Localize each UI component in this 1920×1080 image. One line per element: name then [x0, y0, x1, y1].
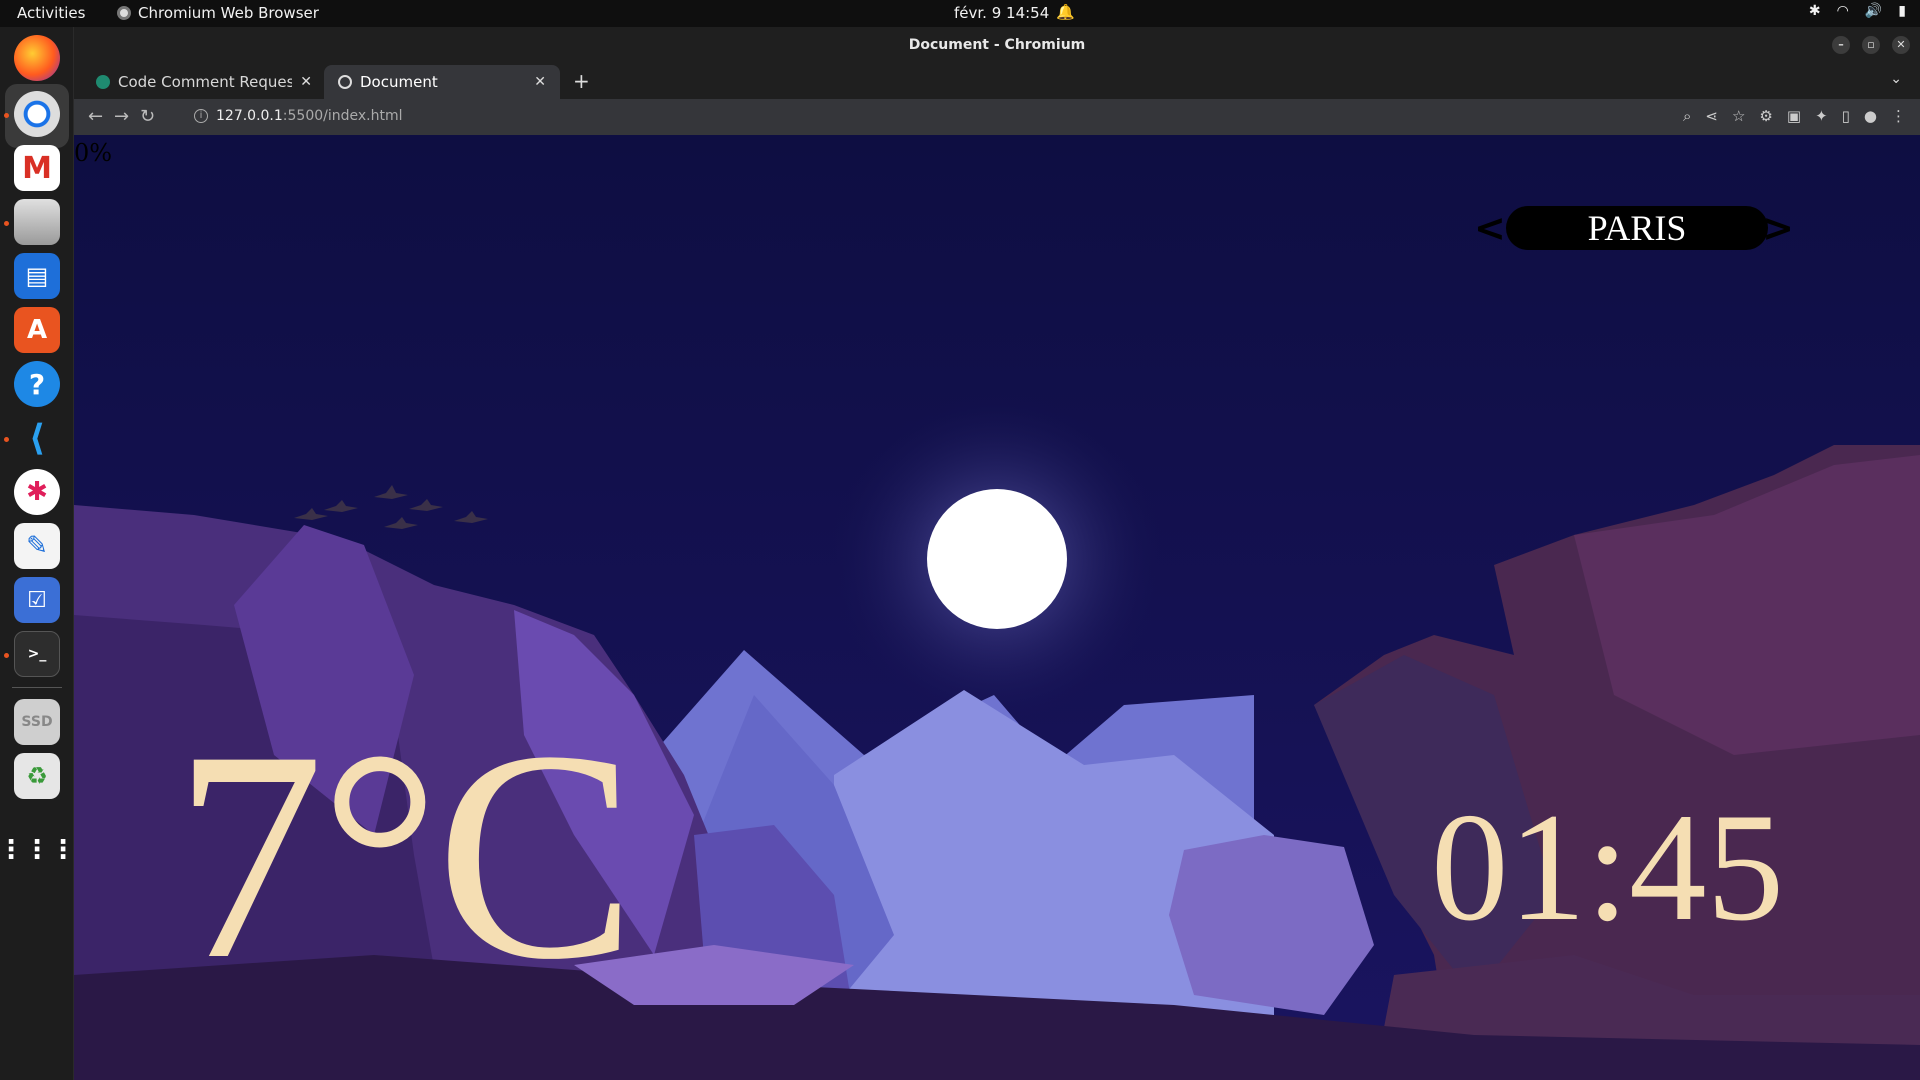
extensions-puzzle-icon[interactable]: ✦: [1815, 107, 1828, 125]
chromium-small-icon: [117, 6, 131, 20]
address-bar[interactable]: i 127.0.0.1:5500/index.html: [186, 103, 1666, 131]
zoom-icon[interactable]: ⌕: [1683, 107, 1691, 125]
translate-icon[interactable]: ▣: [1787, 107, 1801, 125]
time-display: 01:45: [1431, 781, 1785, 953]
show-apps-icon[interactable]: ⋮⋮⋮: [0, 827, 76, 873]
todo-icon[interactable]: ☑: [14, 577, 60, 623]
slack-icon[interactable]: ✱: [14, 469, 60, 515]
tab-strip: Code Comment Requeste ✕ Document ✕: [74, 63, 1920, 99]
new-tab-button[interactable]: +: [573, 69, 590, 93]
trash-icon[interactable]: ♻: [14, 753, 60, 799]
profile-avatar-icon[interactable]: ●: [1864, 107, 1877, 125]
tab-code-comment[interactable]: Code Comment Requeste ✕: [82, 65, 326, 99]
browser-toolbar: ← → ↻ i 127.0.0.1:5500/index.html ⌕ ⋖ ☆ …: [74, 99, 1920, 135]
page-viewport: 0% < PARIS > 7°C 01:45: [74, 135, 1920, 1080]
temperature-display: 7°C: [174, 689, 636, 1021]
browser-window: Document - Chromium – ▫ ✕ Code Comment R…: [74, 27, 1920, 1080]
ssd-drive-icon[interactable]: SSD: [14, 699, 60, 745]
window-title: Document - Chromium: [908, 37, 1086, 53]
activities-button[interactable]: Activities: [17, 4, 85, 22]
url-host: 127.0.0.1: [216, 108, 283, 124]
vscode-icon[interactable]: ⟨: [14, 415, 60, 461]
battery-icon[interactable]: ▮: [1898, 3, 1906, 19]
mail-icon[interactable]: M: [14, 145, 60, 191]
slack-tray-icon[interactable]: ✱: [1809, 3, 1821, 19]
chromium-icon[interactable]: [14, 91, 60, 137]
volume-icon[interactable]: 🔊: [1865, 3, 1882, 19]
app-center-icon[interactable]: A: [14, 307, 60, 353]
writer-icon[interactable]: ▤: [14, 253, 60, 299]
tab-label: Document: [360, 73, 438, 91]
files-icon[interactable]: [14, 199, 60, 245]
toolbar-icons: ⌕ ⋖ ☆ ⚙ ▣ ✦ ▯ ● ⋮: [1683, 107, 1906, 125]
tab-label: Code Comment Requeste: [118, 73, 293, 91]
running-indicator: [4, 437, 9, 442]
globe-icon: [338, 75, 352, 89]
reload-icon[interactable]: ↻: [140, 106, 155, 127]
ssd-label: SSD: [21, 714, 53, 730]
site-info-icon[interactable]: i: [194, 109, 208, 123]
system-tray[interactable]: ✱ ◠ 🔊 ▮: [1809, 3, 1906, 19]
running-indicator: [4, 653, 9, 658]
maximize-button[interactable]: ▫: [1862, 36, 1880, 54]
more-menu-icon[interactable]: ⋮: [1891, 107, 1906, 125]
side-panel-icon[interactable]: ▯: [1842, 107, 1850, 125]
chatgpt-favicon-icon: [96, 75, 110, 89]
close-icon[interactable]: ✕: [300, 74, 312, 90]
text-editor-icon[interactable]: ✎: [14, 523, 60, 569]
tab-document[interactable]: Document ✕: [324, 65, 560, 99]
firefox-icon[interactable]: [14, 35, 60, 81]
terminal-icon[interactable]: >_: [14, 631, 60, 677]
window-titlebar[interactable]: Document - Chromium – ▫ ✕: [74, 27, 1920, 63]
progress-indicator: 0%: [74, 139, 113, 167]
url-text[interactable]: 127.0.0.1:5500/index.html: [216, 108, 403, 124]
system-clock[interactable]: févr. 9 14:54: [954, 4, 1049, 22]
share-icon[interactable]: ⋖: [1705, 107, 1718, 125]
tab-search-chevron-icon[interactable]: ⌄: [1890, 71, 1902, 87]
extension-settings-icon[interactable]: ⚙: [1759, 107, 1772, 125]
prev-city-button[interactable]: <: [1474, 208, 1506, 248]
forward-arrow-icon[interactable]: →: [114, 106, 129, 127]
app-menu[interactable]: Chromium Web Browser: [117, 4, 319, 22]
moon: [927, 489, 1067, 629]
bookmark-star-icon[interactable]: ☆: [1732, 107, 1745, 125]
running-indicator: [4, 221, 9, 226]
dock: M ▤ A ? ⟨ ✱ ✎ ☑ >_ SSD ♻ ⋮⋮⋮: [0, 27, 76, 1080]
dock-separator: [12, 687, 62, 688]
next-city-button[interactable]: >: [1762, 208, 1794, 248]
wifi-icon[interactable]: ◠: [1837, 3, 1849, 19]
help-icon[interactable]: ?: [14, 361, 60, 407]
city-name: PARIS: [1506, 206, 1768, 250]
minimize-button[interactable]: –: [1832, 36, 1850, 54]
close-window-button[interactable]: ✕: [1892, 36, 1910, 54]
back-arrow-icon[interactable]: ←: [88, 106, 103, 127]
running-indicator: [4, 113, 9, 118]
app-name-label: Chromium Web Browser: [138, 4, 319, 22]
url-path: :5500/index.html: [282, 108, 403, 124]
bell-icon: 🔔: [1056, 3, 1075, 21]
close-icon[interactable]: ✕: [534, 74, 546, 90]
city-selector: < PARIS >: [1474, 206, 1794, 250]
system-top-bar: Activities Chromium Web Browser févr. 9 …: [0, 0, 1920, 27]
